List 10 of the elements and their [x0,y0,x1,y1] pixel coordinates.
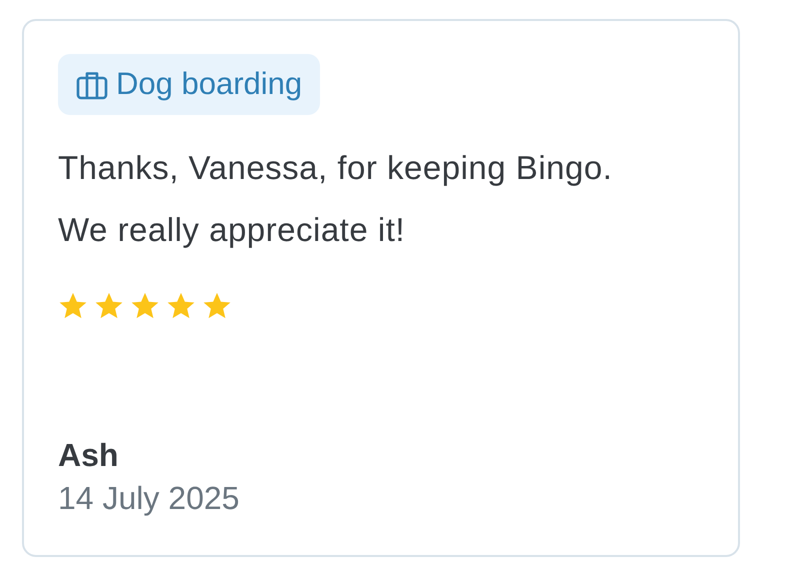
star-icon [130,291,160,321]
star-icon [202,291,232,321]
star-icon [58,291,88,321]
star-icon [94,291,124,321]
review-date: 14 July 2025 [58,479,240,518]
service-tag: Dog boarding [58,54,320,115]
briefcase-icon [76,70,108,100]
star-icon [166,291,196,321]
reviewer-name: Ash [58,436,120,475]
review-text: Thanks, Vanessa, for keeping Bingo. We really appreciate it! [58,148,614,250]
